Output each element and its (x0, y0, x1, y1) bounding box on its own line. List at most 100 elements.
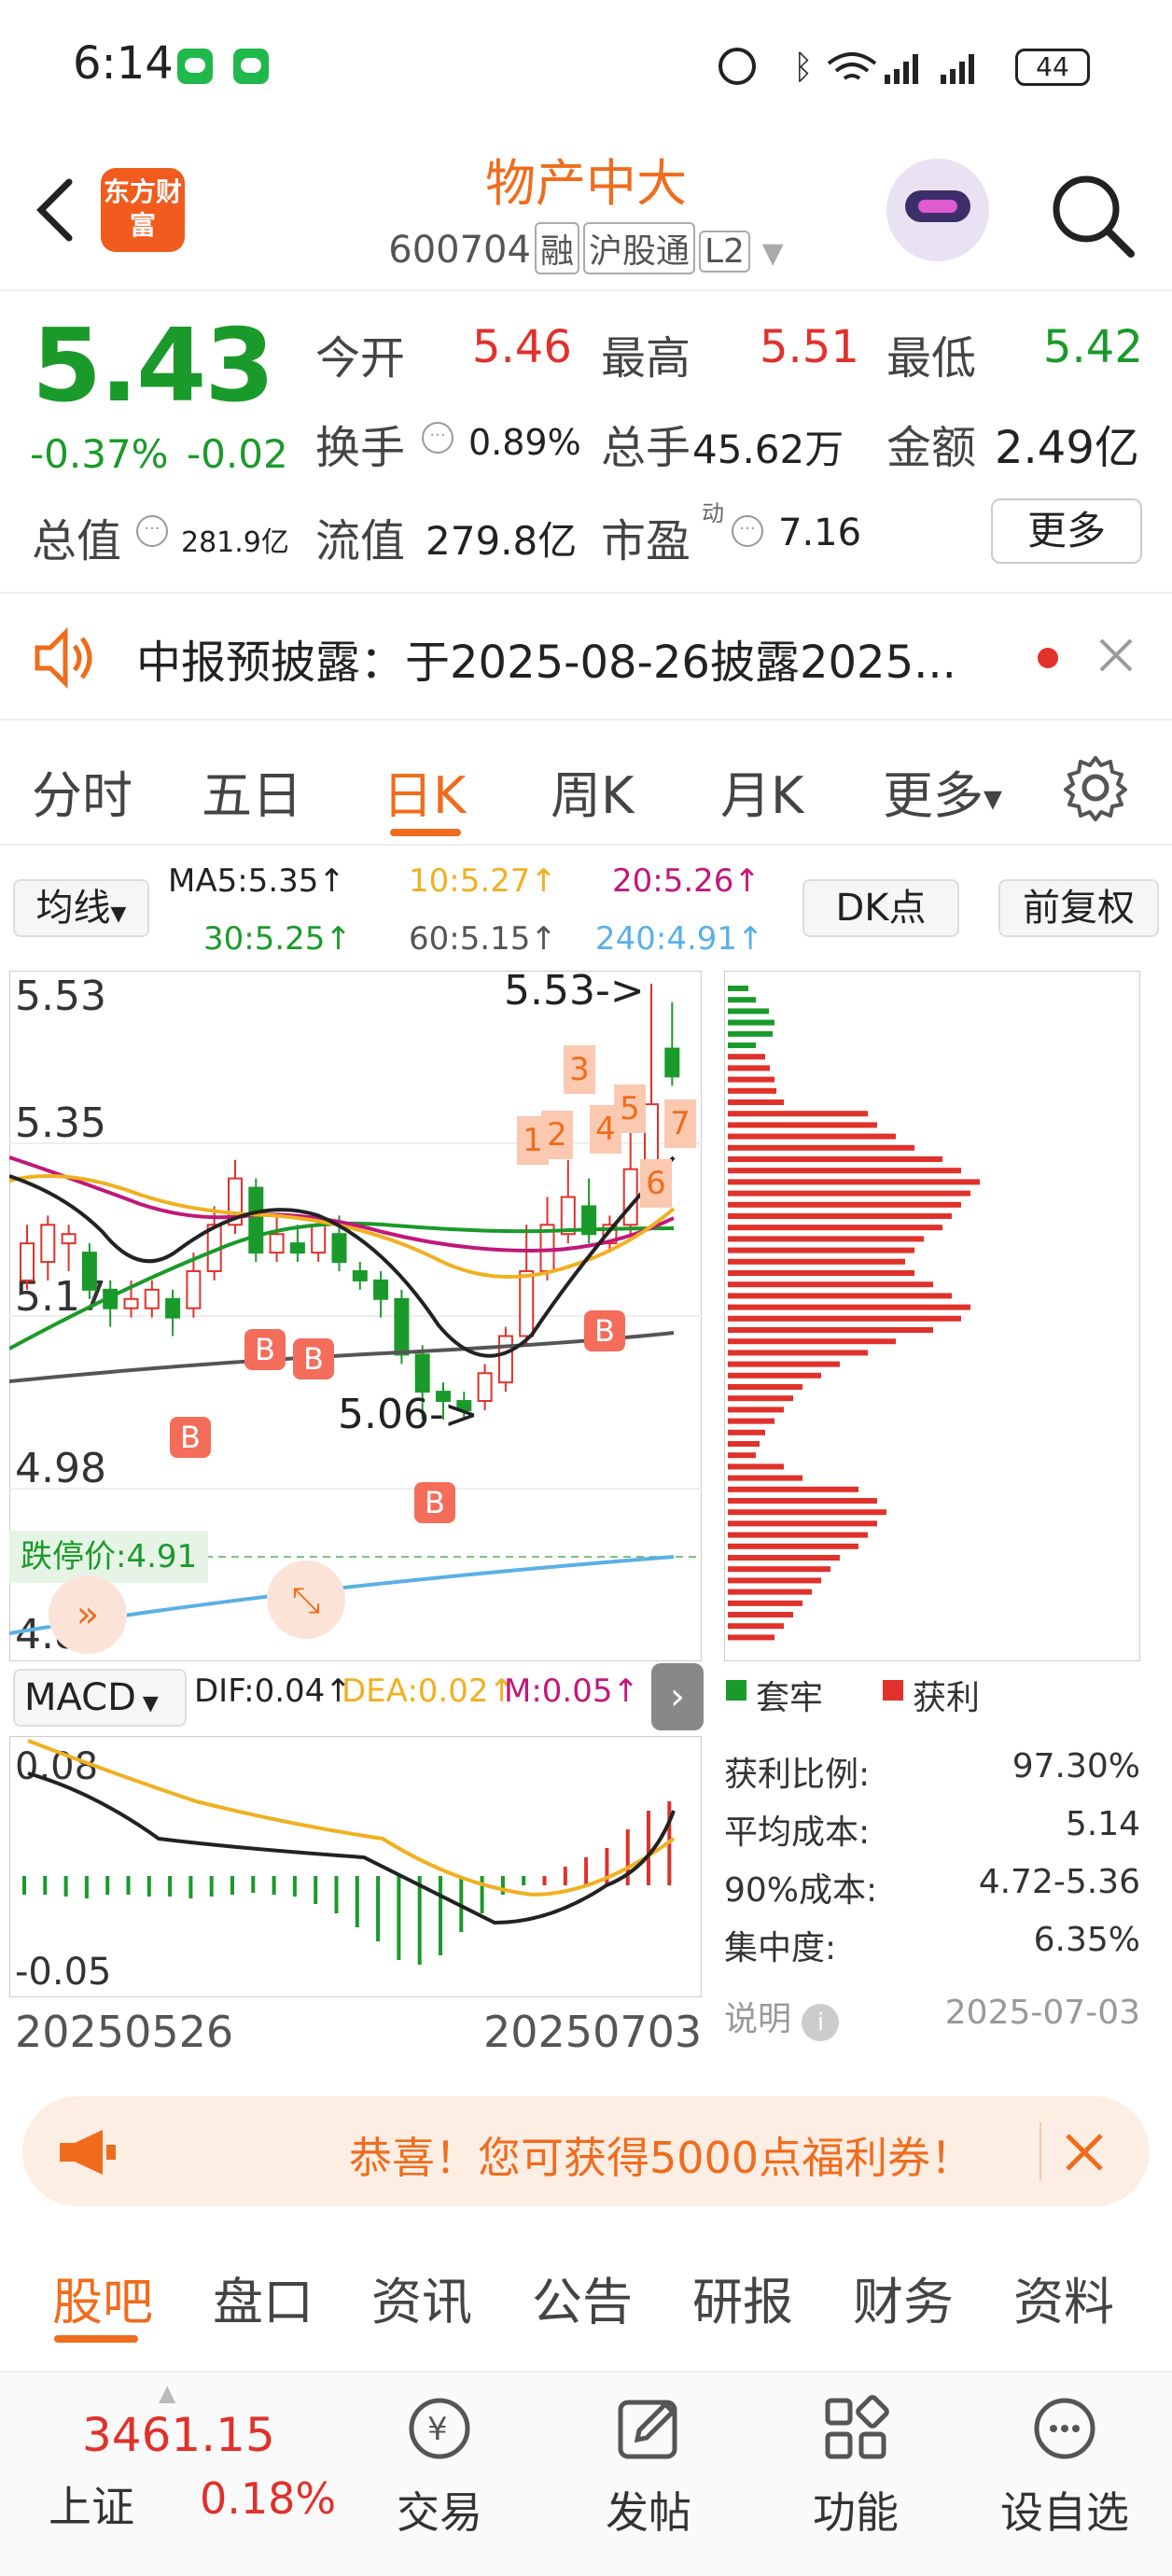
nav-label: 设自选 (1000, 2487, 1129, 2538)
chevron-down-icon: ▼ (984, 785, 1002, 814)
more-button[interactable]: 更多 (991, 498, 1142, 564)
adjust-button[interactable]: 前复权 (998, 879, 1159, 937)
tab-finance[interactable]: 财务 (853, 2261, 954, 2334)
ma240-value: 240:4.91↑ (595, 920, 764, 958)
dk-point-button[interactable]: DK点 (802, 879, 959, 937)
tab-weekly-k[interactable]: 周K (551, 754, 634, 828)
chip-bar (728, 1589, 812, 1595)
candle-body (477, 1372, 493, 1403)
chip-bar (728, 1429, 765, 1435)
tab-monthly-k[interactable]: 月K (720, 754, 803, 828)
chip-bar (728, 1509, 886, 1516)
info-icon[interactable]: ··· (422, 422, 453, 454)
chip-bar (728, 1315, 961, 1322)
amount-value: 2.49亿 (995, 422, 1139, 474)
chip-bar (728, 1555, 840, 1561)
chevron-up-icon[interactable]: ▲ (159, 2380, 175, 2406)
high-value: 5.51 (760, 321, 859, 373)
macd-selector[interactable]: MACD ▼ (13, 1669, 187, 1727)
promo-banner[interactable]: 恭喜！您可获得5000点福利券！ (22, 2096, 1150, 2206)
tab-five-day[interactable]: 五日 (202, 754, 302, 828)
date-start: 20250526 (15, 2007, 234, 2057)
notice-bar[interactable]: 中报预披露：于2025-08-26披露2025... (0, 594, 1172, 717)
assistant-avatar[interactable] (886, 159, 989, 261)
open-value: 5.46 (472, 321, 572, 373)
tab-forum[interactable]: 股吧 (52, 2261, 153, 2334)
stat-label: 获利比例: (724, 1756, 871, 1794)
tab-research[interactable]: 研报 (692, 2261, 793, 2334)
chevron-right-icon[interactable]: › (651, 1663, 704, 1730)
chip-bar (728, 1111, 868, 1117)
info-icon[interactable]: ··· (136, 515, 168, 547)
note-label[interactable]: 说明 i (724, 1992, 840, 2041)
ma-selector[interactable]: 均线▼ (13, 879, 149, 937)
chip-bar (728, 1543, 858, 1549)
chip-bar (728, 1054, 765, 1060)
candle-body (519, 1269, 535, 1337)
divider (0, 289, 1172, 291)
chip-bar (728, 1577, 821, 1584)
nav-label: 发帖 (606, 2487, 691, 2538)
buy-marker[interactable]: B (293, 1338, 334, 1379)
active-tab-indicator (54, 2335, 138, 2343)
status-bar: 6:14 ᛒ 44 (0, 0, 1172, 131)
fullscreen-icon[interactable]: ⤡ (267, 1561, 345, 1639)
search-icon[interactable] (1045, 168, 1138, 261)
buy-marker[interactable]: B (584, 1310, 625, 1351)
buy-marker[interactable]: B (170, 1417, 211, 1458)
open-label: 今开 (315, 332, 406, 385)
tab-orderbook[interactable]: 盘口 (213, 2261, 314, 2334)
nav-trade[interactable]: ¥ 交易 (370, 2391, 509, 2541)
tab-announcements[interactable]: 公告 (532, 2261, 633, 2334)
tab-profile[interactable]: 资料 (1013, 2261, 1114, 2334)
gear-icon[interactable] (1062, 754, 1129, 821)
nav-label: 功能 (813, 2487, 899, 2538)
chip-bar (728, 1395, 793, 1402)
candle-body (311, 1224, 327, 1254)
amount-label: 金额 (886, 422, 977, 474)
profit-swatch (883, 1680, 903, 1701)
chip-bar (728, 1304, 970, 1310)
nav-post[interactable]: 发帖 (579, 2391, 719, 2541)
stock-code: 600704 (388, 229, 531, 272)
turnover-label: 换手 (315, 422, 406, 474)
chip-bar (728, 1281, 933, 1288)
more-dots-icon (1034, 2398, 1095, 2459)
candle-body (81, 1252, 97, 1291)
wechat-icon (233, 49, 269, 84)
info-icon[interactable]: ··· (732, 515, 763, 547)
chip-bar (728, 1087, 776, 1094)
candle-body (61, 1233, 77, 1245)
tag-connect: 沪股通 (582, 222, 695, 274)
chip-bar (728, 1043, 756, 1048)
stock-header: 东方财富 物产中大 600704 融沪股通 L2 ▼ (0, 131, 1172, 289)
bottom-nav: ▲ 3461.15 上证 0.18% ¥ 交易 发帖 功能 设自选 (0, 2371, 1172, 2576)
stat-label: 集中度: (724, 1929, 837, 1967)
candle-body (497, 1335, 513, 1384)
chip-bar (728, 1407, 784, 1413)
double-chevron-right-icon[interactable]: » (49, 1575, 127, 1654)
buy-marker[interactable]: B (414, 1482, 455, 1523)
buy-marker[interactable]: B (244, 1329, 286, 1370)
close-icon[interactable] (1097, 637, 1135, 674)
edit-icon (618, 2400, 677, 2459)
tab-news[interactable]: 资讯 (371, 2261, 472, 2334)
stock-code-row[interactable]: 600704 融沪股通 L2 ▼ (0, 222, 1172, 274)
candle-body (414, 1353, 430, 1393)
stat-value: 4.72-5.36 (978, 1863, 1140, 1901)
ma10-value: 10:5.27↑ (409, 862, 557, 900)
chip-bar (728, 1338, 896, 1345)
close-icon[interactable] (1064, 2132, 1105, 2173)
index-value[interactable]: 3461.15 (82, 2408, 275, 2462)
chip-bar (728, 1293, 952, 1299)
notice-text: 中报预披露：于2025-08-26披露2025... (136, 637, 956, 689)
date-end: 20250703 (483, 2007, 703, 2057)
tab-intraday[interactable]: 分时 (32, 754, 133, 828)
nav-watchlist[interactable]: 设自选 (995, 2391, 1135, 2541)
tab-more[interactable]: 更多▼ (883, 754, 1002, 828)
chip-bar (728, 1144, 914, 1151)
chip-bar (728, 1327, 933, 1333)
nav-functions[interactable]: 功能 (786, 2391, 926, 2541)
tab-daily-k[interactable]: 日K (383, 754, 466, 828)
trade-icon: ¥ (409, 2398, 470, 2459)
